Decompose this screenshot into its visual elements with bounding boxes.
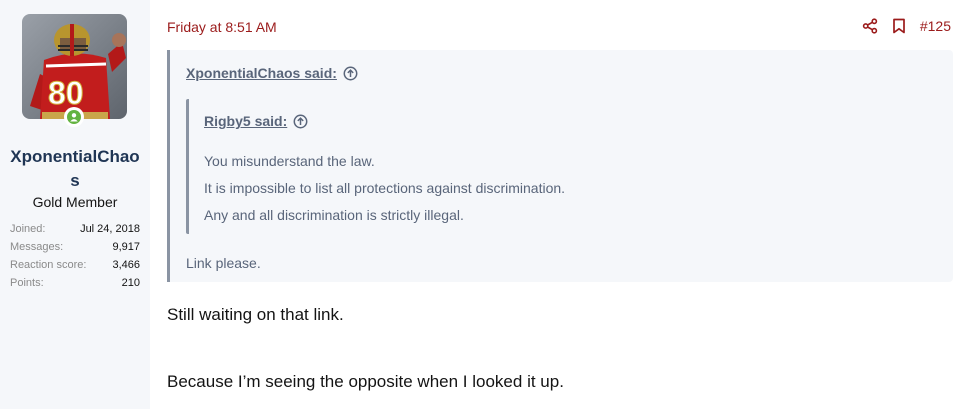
stat-row-joined: Joined: Jul 24, 2018 <box>10 220 140 238</box>
stat-label: Joined: <box>10 223 46 235</box>
nested-quote-author-link[interactable]: Rigby5 said: <box>204 113 287 129</box>
stat-row-points: Points: 210 <box>10 274 140 292</box>
avatar-container: 80 <box>22 14 127 127</box>
quote-header: XponentialChaos said: <box>186 65 358 81</box>
quote-line: You misunderstand the law. <box>204 153 375 169</box>
svg-text:80: 80 <box>48 75 84 111</box>
quote-author-link[interactable]: XponentialChaos said: <box>186 65 337 81</box>
bookmark-icon[interactable] <box>892 18 906 34</box>
stat-value: 9,917 <box>112 241 140 253</box>
avatar-image: 80 <box>22 14 127 119</box>
stat-label: Messages: <box>10 241 64 253</box>
online-badge <box>64 107 84 127</box>
user-stats: Joined: Jul 24, 2018 Messages: 9,917 Rea… <box>10 220 140 292</box>
stat-row-messages: Messages: 9,917 <box>10 238 140 256</box>
quote-block: XponentialChaos said: Rigby5 said: You m… <box>167 50 953 282</box>
nested-quote-block: Rigby5 said: You misunderstand the law. … <box>186 99 946 234</box>
forum-post: 80 XponentialChaos Gold Member Joined: J… <box>0 0 961 409</box>
post-body-line: Because I’m seeing the opposite when I l… <box>167 372 564 391</box>
arrow-up-circle-icon[interactable] <box>293 114 308 129</box>
nested-quote-header: Rigby5 said: <box>204 113 308 129</box>
share-icon[interactable] <box>862 18 878 34</box>
stat-label: Reaction score: <box>10 259 87 271</box>
nested-quote-content: You misunderstand the law. It is impossi… <box>204 151 565 232</box>
arrow-up-circle-icon[interactable] <box>343 66 358 81</box>
stat-value: Jul 24, 2018 <box>80 223 140 235</box>
quote-line: It is impossible to list all protections… <box>204 180 566 196</box>
quote-line: Any and all discrimination is strictly i… <box>204 207 464 223</box>
stat-row-reaction-score: Reaction score: 3,466 <box>10 256 140 274</box>
message-cell: Friday at 8:51 AM #125 XponentialChaos s… <box>150 0 961 409</box>
post-date-link[interactable]: Friday at 8:51 AM <box>167 19 277 35</box>
stat-value: 3,466 <box>112 259 140 271</box>
user-sidebar: 80 XponentialChaos Gold Member Joined: J… <box>0 0 150 409</box>
avatar[interactable]: 80 <box>22 14 127 119</box>
quote-content: Link please. <box>186 255 261 271</box>
post-body-line: Still waiting on that link. <box>167 305 344 324</box>
post-actions: #125 <box>862 18 951 34</box>
post-number-link[interactable]: #125 <box>920 18 951 34</box>
username[interactable]: XponentialChaos <box>6 145 144 193</box>
stat-label: Points: <box>10 277 44 289</box>
user-online-icon <box>67 110 81 124</box>
stat-value: 210 <box>121 277 140 289</box>
user-title: Gold Member <box>32 194 118 210</box>
